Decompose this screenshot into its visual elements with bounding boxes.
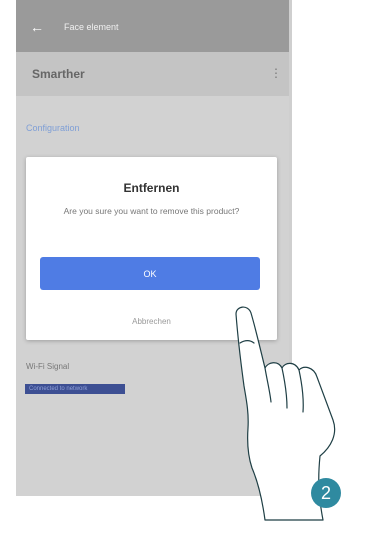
step-number-badge: 2 — [311, 478, 341, 508]
pointing-hand-icon — [235, 306, 336, 521]
